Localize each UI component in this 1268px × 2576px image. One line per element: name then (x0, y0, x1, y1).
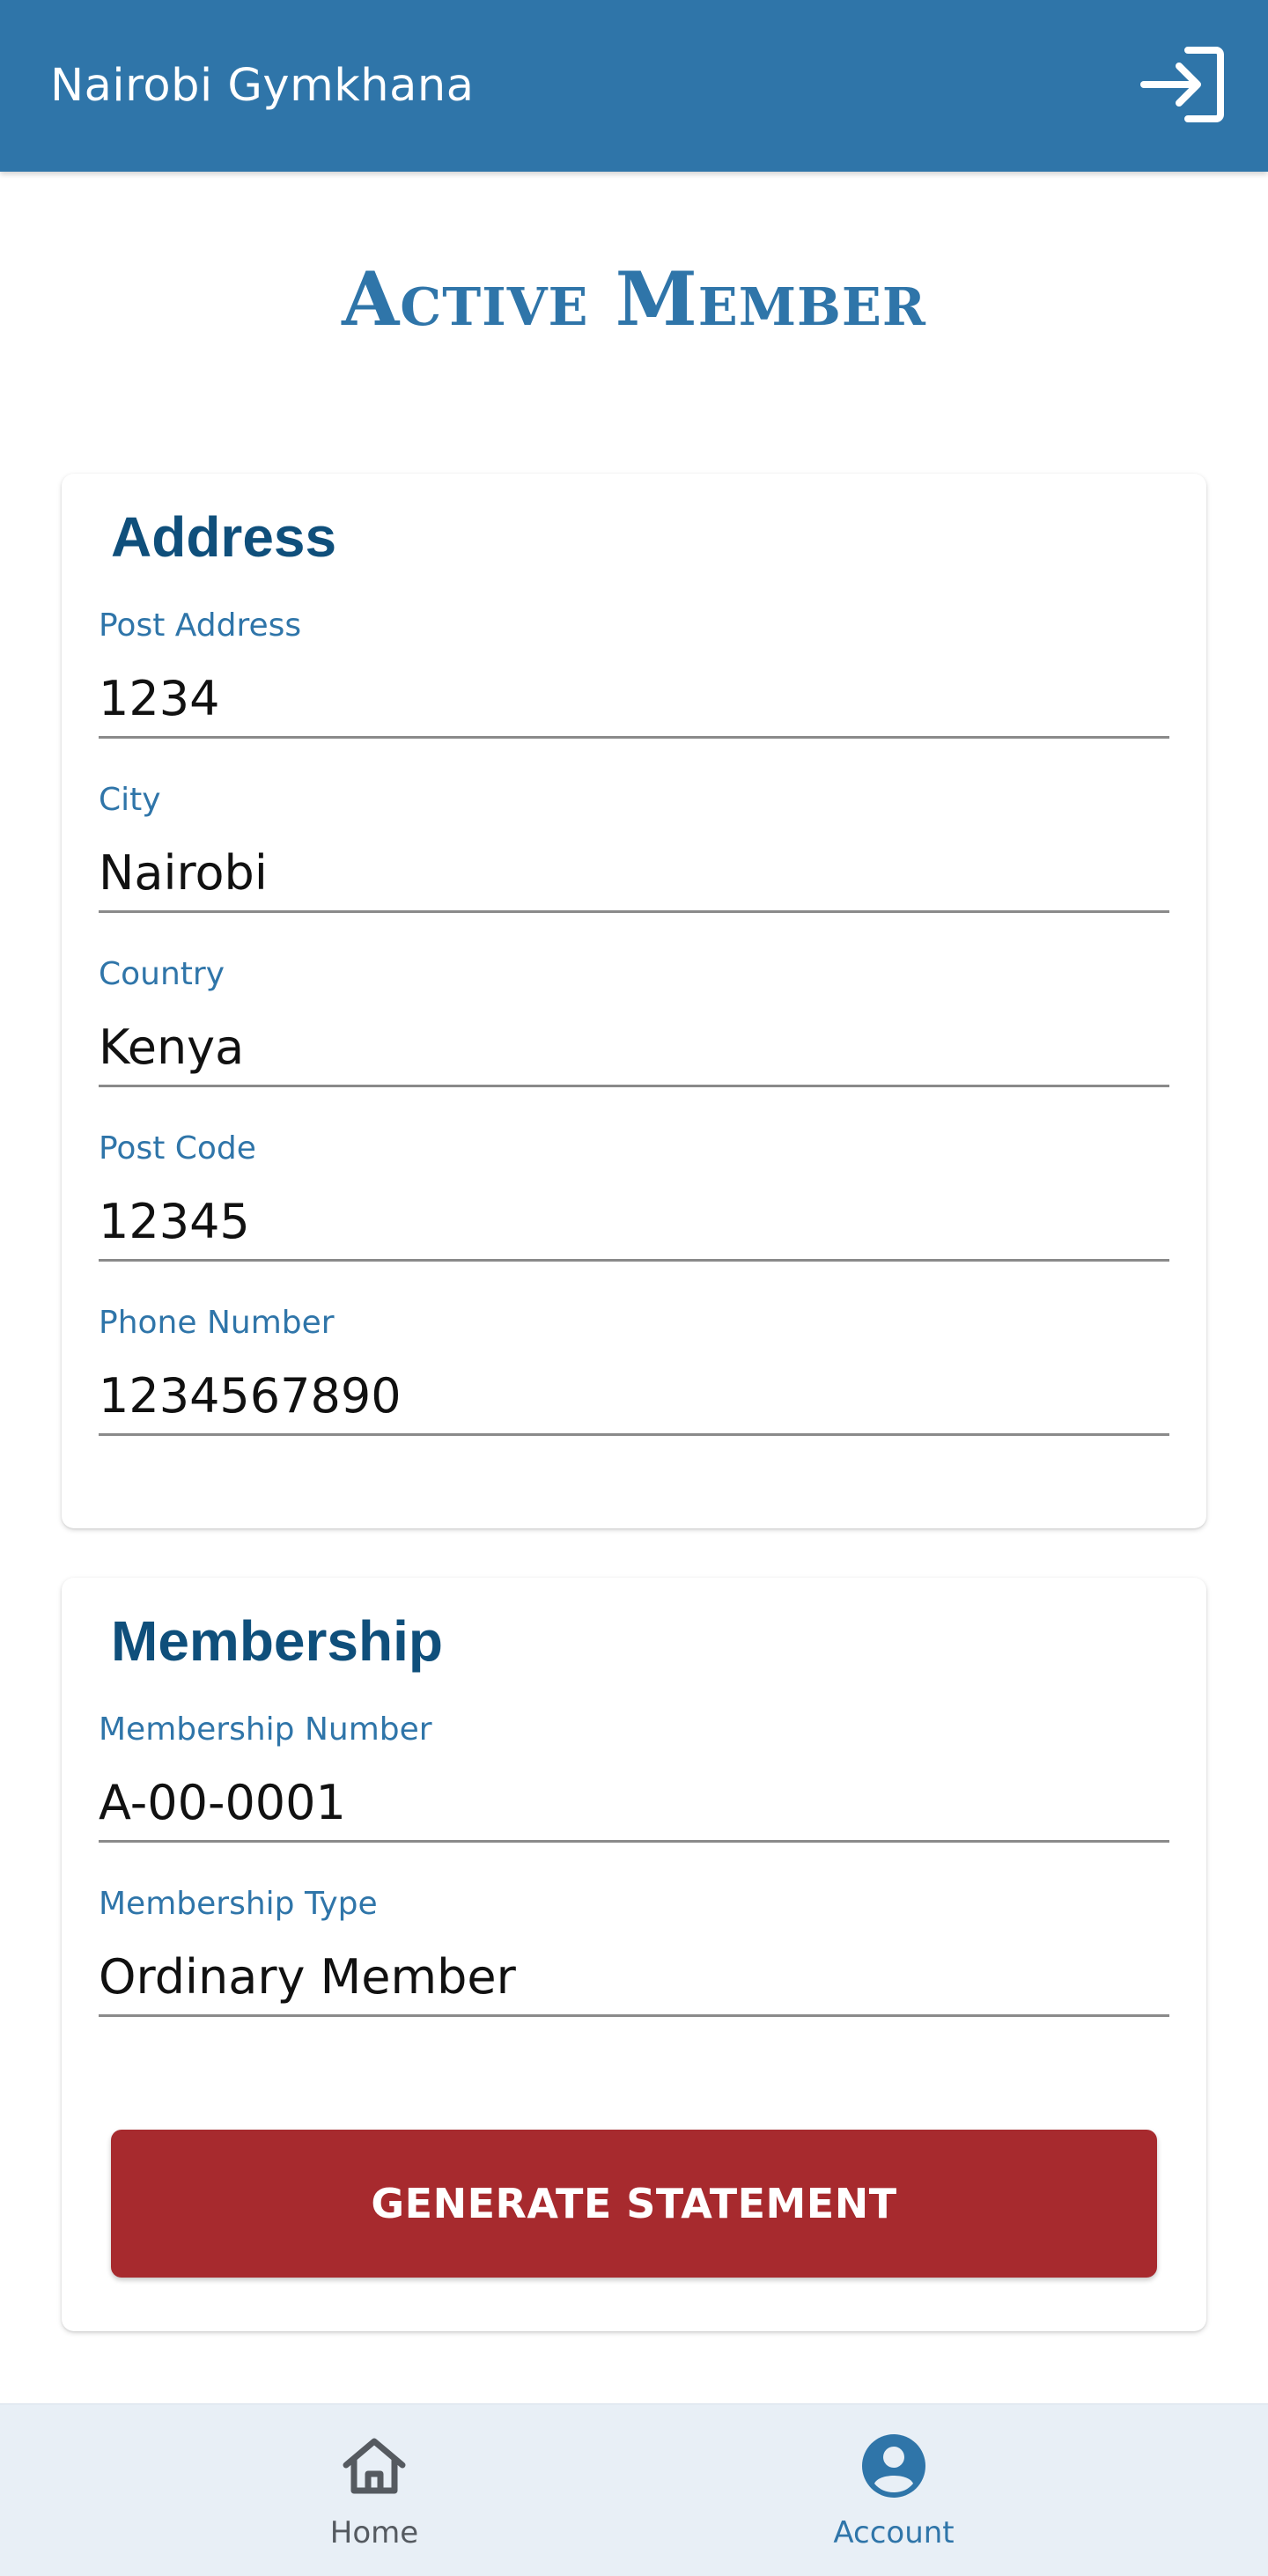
nav-label-home: Home (329, 2515, 419, 2550)
post-address-label: Post Address (99, 607, 302, 644)
field-underline (99, 1259, 1169, 1262)
membership-number-input[interactable] (99, 1768, 1169, 1838)
address-heading: Address (111, 505, 337, 569)
app-title: Nairobi Gymkhana (50, 60, 475, 112)
nav-item-home[interactable]: Home (242, 2404, 506, 2576)
city-label: City (99, 782, 161, 818)
login-icon (1139, 43, 1227, 129)
post-address-input[interactable] (99, 664, 1169, 734)
post-code-input[interactable] (99, 1187, 1169, 1257)
field-underline (99, 1840, 1169, 1843)
field-underline (99, 1085, 1169, 1087)
home-icon (339, 2431, 409, 2501)
membership-type-field: Membership Type (99, 1882, 1169, 2032)
generate-statement-button[interactable]: GENERATE STATEMENT (111, 2130, 1157, 2278)
login-button[interactable] (1136, 44, 1229, 129)
phone-number-label: Phone Number (99, 1305, 335, 1341)
post-code-field: Post Code (99, 1127, 1169, 1277)
bottom-navigation: Home Account (0, 2403, 1268, 2576)
country-label: Country (99, 956, 225, 992)
field-underline (99, 910, 1169, 913)
account-circle-icon (859, 2431, 929, 2501)
address-card: Address Post Address City Country Post C… (62, 474, 1206, 1528)
field-underline (99, 1433, 1169, 1436)
membership-card: Membership Membership Number Membership … (62, 1578, 1206, 2331)
city-field: City (99, 778, 1169, 928)
field-underline (99, 2014, 1169, 2017)
membership-heading: Membership (111, 1609, 443, 1673)
app-screen: Nairobi Gymkhana Active Member Address P… (0, 0, 1268, 2576)
city-input[interactable] (99, 838, 1169, 909)
membership-number-field: Membership Number (99, 1708, 1169, 1858)
nav-label-account: Account (833, 2515, 955, 2550)
field-underline (99, 736, 1169, 739)
post-address-field: Post Address (99, 604, 1169, 754)
phone-number-input[interactable] (99, 1361, 1169, 1432)
membership-number-label: Membership Number (99, 1711, 432, 1748)
nav-item-account[interactable]: Account (762, 2404, 1026, 2576)
app-bar: Nairobi Gymkhana (0, 0, 1268, 172)
membership-type-input[interactable] (99, 1942, 1169, 2013)
country-input[interactable] (99, 1012, 1169, 1083)
phone-number-field: Phone Number (99, 1301, 1169, 1451)
membership-type-label: Membership Type (99, 1886, 378, 1922)
page-title: Active Member (342, 255, 926, 342)
post-code-label: Post Code (99, 1130, 256, 1167)
country-field: Country (99, 953, 1169, 1102)
